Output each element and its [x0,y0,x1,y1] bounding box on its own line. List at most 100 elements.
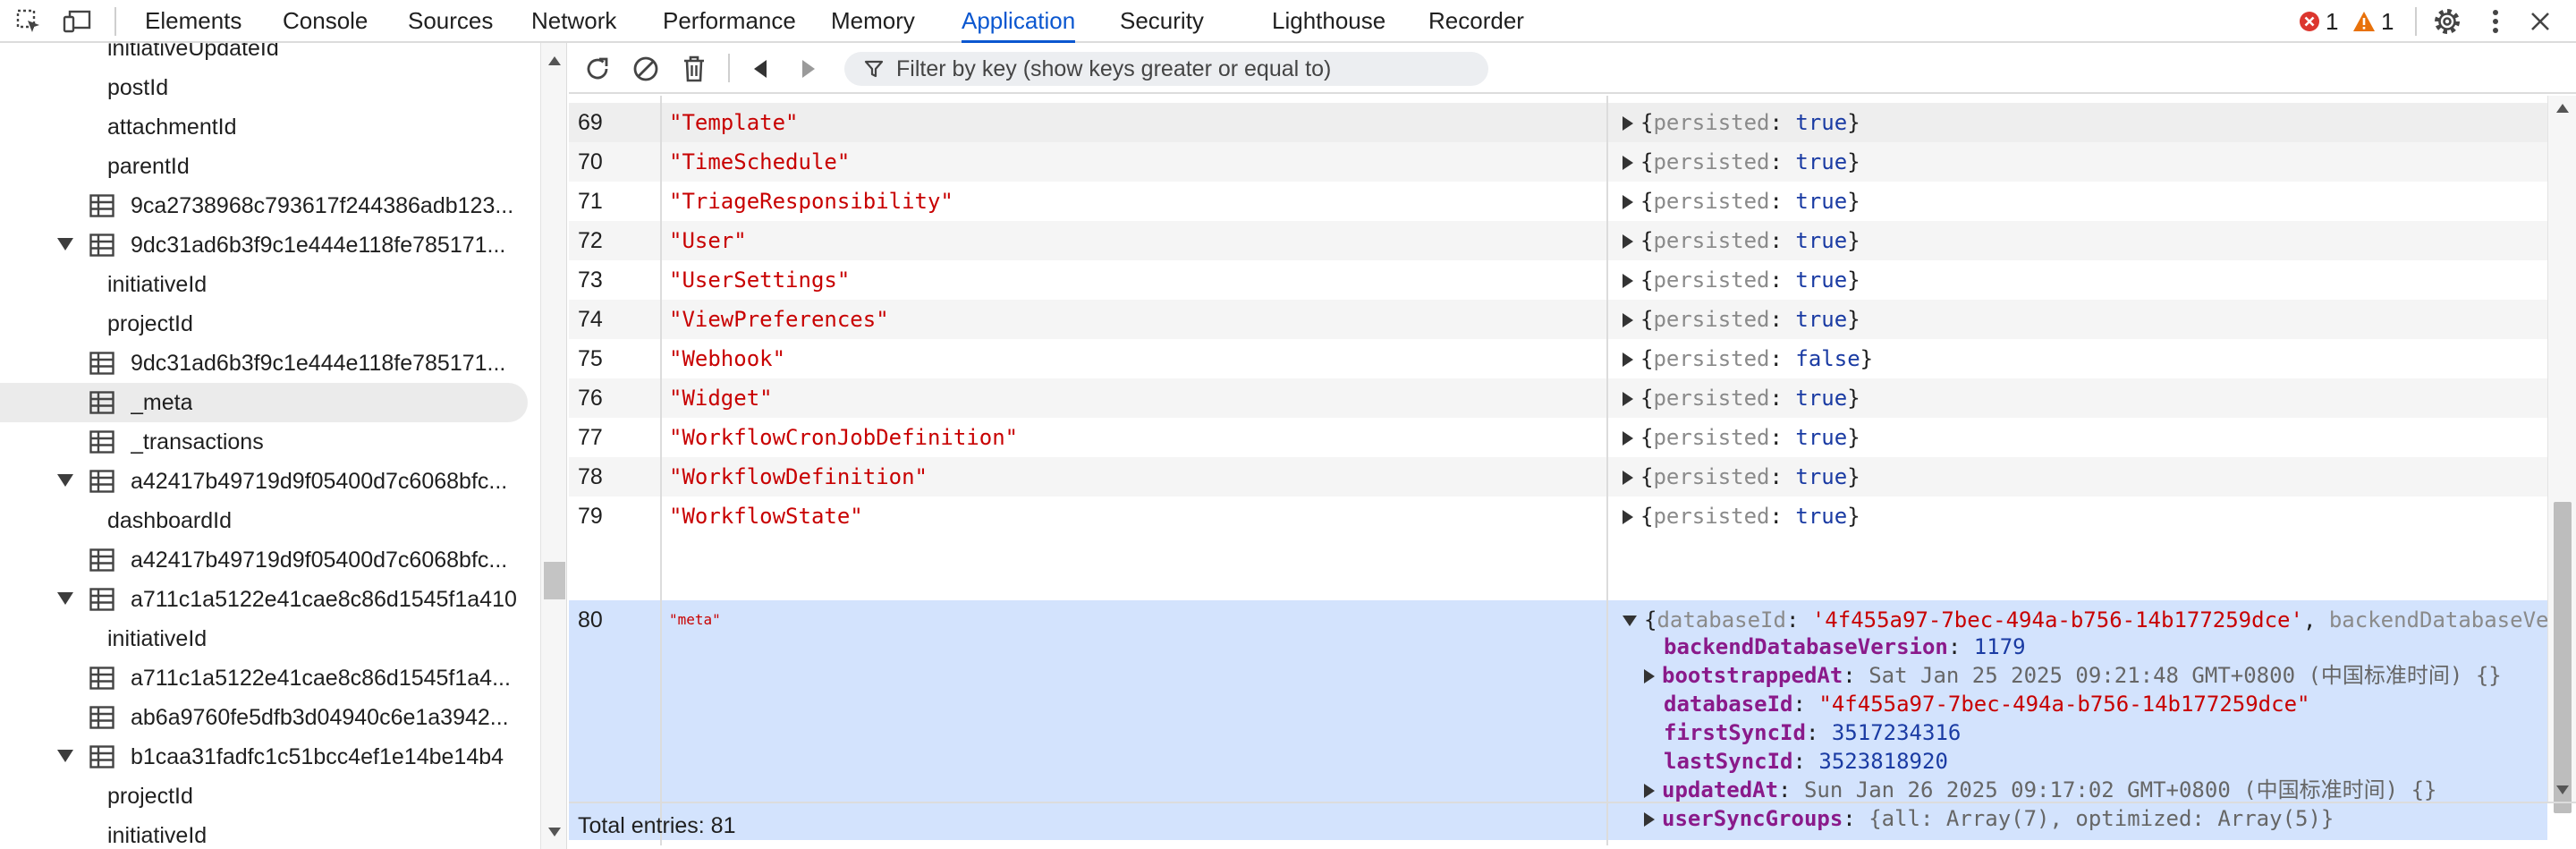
tab-performance[interactable]: Performance [663,0,796,43]
row-value[interactable]: {persisted: true} [1623,497,1860,536]
inspect-element-icon[interactable] [13,5,45,38]
delete-icon[interactable] [678,53,710,85]
table-row[interactable]: 79 "WorkflowState" {persisted: true} [569,497,2547,536]
sidebar-scrollbar[interactable] [540,43,567,849]
expand-arrow-icon[interactable] [1623,234,1633,249]
next-page-icon[interactable] [792,53,825,85]
expand-arrow-icon[interactable] [57,474,73,487]
scroll-up-icon[interactable] [2555,103,2570,114]
table-row[interactable]: 71 "TriageResponsibility" {persisted: true… [569,182,2547,221]
expand-arrow-icon[interactable] [1623,471,1633,485]
sidebar-index-item[interactable]: dashboardId [0,501,528,540]
sidebar-index-item[interactable]: projectId [0,304,528,344]
row-value[interactable]: {persisted: true} [1623,103,1860,142]
clear-icon[interactable] [630,53,662,85]
collapse-arrow-icon[interactable] [1623,616,1637,626]
sidebar-store-item[interactable]: ab6a9760fe5dfb3d04940c6e1a3942... [0,698,528,737]
expand-arrow-icon[interactable] [1623,313,1633,327]
sidebar-index-item[interactable]: initiativeId [0,816,528,849]
scroll-down-icon[interactable] [547,827,562,837]
expand-arrow-icon[interactable] [57,238,73,250]
table-row[interactable]: 76 "Widget" {persisted: true} [569,378,2547,418]
key-filter[interactable] [844,52,1488,86]
row-value[interactable]: {persisted: true} [1623,260,1860,300]
sidebar-index-item[interactable]: initiativeId [0,619,528,658]
tab-application[interactable]: Application [962,0,1076,43]
sidebar-store-item[interactable]: _meta [0,383,528,422]
table-row[interactable]: 77 "WorkflowCronJobDefinition" {persisted:… [569,418,2547,457]
warning-count-badge[interactable]: 1 [2352,7,2394,36]
meta-summary[interactable]: {databaseId: '4f455a97-7bec-494a-b756-14… [1623,606,2547,634]
row-number: 70 [578,149,603,174]
property-key: persisted [1653,149,1770,174]
expand-arrow-icon[interactable] [1623,156,1633,170]
error-count-badge[interactable]: 1 [2299,7,2338,36]
column-divider[interactable] [660,96,662,845]
expand-arrow-icon[interactable] [1623,352,1633,367]
expand-arrow-icon[interactable] [1623,510,1633,524]
sidebar-index-item[interactable]: projectId [0,777,528,816]
sidebar-index-item[interactable]: postId [0,68,528,107]
scroll-down-icon[interactable] [2555,785,2570,795]
tab-security[interactable]: Security [1120,0,1204,43]
tab-sources[interactable]: Sources [408,0,493,43]
meta-property[interactable]: updatedAt: Sun Jan 26 2025 09:17:02 GMT+… [1644,776,2436,804]
grid-scrollbar[interactable] [2547,96,2576,813]
expand-arrow-icon[interactable] [1623,195,1633,209]
tab-lighthouse[interactable]: Lighthouse [1272,0,1385,43]
sidebar-store-item[interactable]: 9ca2738968c793617f244386adb123... [0,186,528,225]
sidebar-store-item[interactable]: a711c1a5122e41cae8c86d1545f1a4... [0,658,528,698]
sidebar-store-item[interactable]: 9dc31ad6b3f9c1e444e118fe785171... [0,225,528,265]
tab-console[interactable]: Console [283,0,368,43]
scroll-up-icon[interactable] [547,55,562,66]
filter-input[interactable] [896,55,1469,82]
expand-arrow-icon[interactable] [57,592,73,605]
row-value[interactable]: {persisted: true} [1623,300,1860,339]
expand-arrow-icon[interactable] [1644,784,1655,798]
expand-arrow-icon[interactable] [1644,669,1655,683]
table-row[interactable]: 73 "UserSettings" {persisted: true} [569,260,2547,300]
row-value[interactable]: {persisted: true} [1623,221,1860,260]
previous-page-icon[interactable] [744,53,776,85]
scrollbar-thumb[interactable] [544,562,565,599]
sidebar-index-item[interactable]: initiativeId [0,265,528,304]
more-vertical-icon[interactable] [2479,5,2512,38]
refresh-icon[interactable] [581,53,614,85]
sidebar-index-item[interactable]: attachmentId [0,107,528,147]
row-value[interactable]: {persisted: false} [1623,339,1873,378]
table-row[interactable]: 69 "Template" {persisted: true} [569,103,2547,142]
column-divider[interactable] [1606,96,1608,845]
row-value[interactable]: {persisted: true} [1623,418,1860,457]
tab-memory[interactable]: Memory [831,0,915,43]
table-row[interactable]: 70 "TimeSchedule" {persisted: true} [569,142,2547,182]
sidebar-store-item[interactable]: _transactions [0,422,528,462]
sidebar-index-item[interactable]: initiativeUpdateId [0,43,528,68]
expand-arrow-icon[interactable] [1623,431,1633,446]
sidebar-store-item[interactable]: a42417b49719d9f05400d7c6068bfc... [0,462,528,501]
close-icon[interactable] [2524,5,2556,38]
expand-arrow-icon[interactable] [57,750,73,762]
sidebar-index-item[interactable]: parentId [0,147,528,186]
table-row[interactable]: 72 "User" {persisted: true} [569,221,2547,260]
expand-arrow-icon[interactable] [1623,116,1633,131]
table-row[interactable]: 74 "ViewPreferences" {persisted: true} [569,300,2547,339]
scrollbar-thumb[interactable] [2554,502,2572,813]
sidebar-store-item[interactable]: b1caa31fadfc1c51bcc4ef1e14be14b4 [0,737,528,777]
row-value[interactable]: {persisted: true} [1623,457,1860,497]
tab-recorder[interactable]: Recorder [1428,0,1524,43]
sidebar-store-item[interactable]: a711c1a5122e41cae8c86d1545f1a410 [0,580,528,619]
device-toolbar-icon[interactable] [61,5,93,38]
tab-elements[interactable]: Elements [145,0,242,43]
table-row[interactable]: 78 "WorkflowDefinition" {persisted: true} [569,457,2547,497]
sidebar-store-item[interactable]: a42417b49719d9f05400d7c6068bfc... [0,540,528,580]
gear-icon[interactable] [2431,5,2463,38]
table-row[interactable]: 75 "Webhook" {persisted: false} [569,339,2547,378]
tab-network[interactable]: Network [531,0,616,43]
row-value[interactable]: {persisted: true} [1623,142,1860,182]
row-value[interactable]: {persisted: true} [1623,182,1860,221]
meta-property[interactable]: bootstrappedAt: Sat Jan 25 2025 09:21:48… [1644,661,2502,690]
row-value[interactable]: {persisted: true} [1623,378,1860,418]
expand-arrow-icon[interactable] [1623,392,1633,406]
sidebar-store-item[interactable]: 9dc31ad6b3f9c1e444e118fe785171... [0,344,528,383]
expand-arrow-icon[interactable] [1623,274,1633,288]
